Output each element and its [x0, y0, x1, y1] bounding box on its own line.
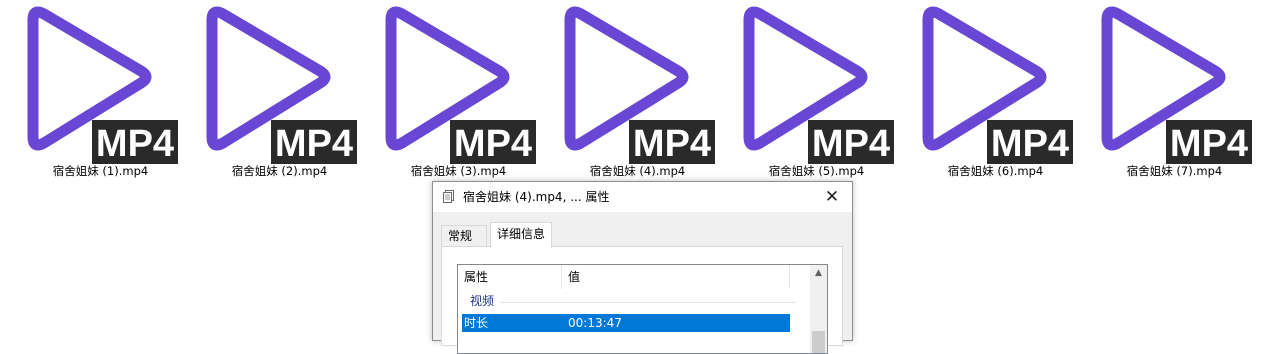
properties-dialog: 宿舍姐妹 (4).mp4, ... 属性 ✕ 常规 详细信息 属性 值 视频 时…	[432, 181, 853, 354]
file-name-label: 宿舍姐妹 (7).mp4	[1126, 164, 1223, 178]
scrollbar-thumb[interactable]	[812, 331, 825, 353]
property-list[interactable]: 属性 值 视频 时长 00:13:47 ▲	[457, 264, 828, 354]
file-name-label: 宿舍姐妹 (2).mp4	[231, 164, 328, 178]
details-panel: 属性 值 视频 时长 00:13:47 ▲	[441, 246, 843, 354]
file-item[interactable]: MP4 宿舍姐妹 (6).mp4	[906, 0, 1085, 185]
file-name-label: 宿舍姐妹 (1).mp4	[52, 164, 149, 178]
column-header-value[interactable]: 值	[562, 265, 790, 289]
mp4-file-icon: MP4	[1085, 0, 1264, 164]
group-divider	[500, 302, 796, 303]
file-name-label: 宿舍姐妹 (5).mp4	[768, 164, 865, 178]
mp4-file-icon: MP4	[190, 0, 369, 164]
mp4-badge-text: MP4	[96, 123, 174, 164]
file-item[interactable]: MP4 宿舍姐妹 (1).mp4	[11, 0, 190, 185]
mp4-file-icon: MP4	[11, 0, 190, 164]
file-name-label: 宿舍姐妹 (3).mp4	[410, 164, 507, 178]
mp4-badge-text: MP4	[275, 123, 353, 164]
list-row-duration[interactable]: 时长 00:13:47	[462, 314, 790, 332]
close-icon: ✕	[824, 187, 840, 207]
file-item[interactable]: MP4 宿舍姐妹 (2).mp4	[190, 0, 369, 185]
vertical-scrollbar[interactable]: ▲	[810, 265, 827, 353]
column-header-property[interactable]: 属性	[458, 265, 562, 289]
file-name-label: 宿舍姐妹 (6).mp4	[947, 164, 1044, 178]
column-header: 属性 值	[458, 265, 810, 289]
tab-general[interactable]: 常规	[441, 225, 487, 246]
property-value: 00:13:47	[568, 316, 622, 330]
property-name: 时长	[464, 316, 489, 330]
scroll-up-arrow-icon[interactable]: ▲	[810, 265, 827, 282]
mp4-badge-text: MP4	[991, 123, 1069, 164]
mp4-badge-text: MP4	[454, 123, 532, 164]
dialog-titlebar[interactable]: 宿舍姐妹 (4).mp4, ... 属性 ✕	[433, 182, 852, 212]
mp4-file-icon: MP4	[906, 0, 1085, 164]
group-label: 视频	[470, 294, 495, 308]
mp4-file-icon: MP4	[369, 0, 548, 164]
mp4-file-icon: MP4	[548, 0, 727, 164]
properties-icon	[442, 190, 456, 204]
mp4-badge-text: MP4	[812, 123, 890, 164]
tab-details[interactable]: 详细信息	[490, 222, 552, 248]
file-item[interactable]: MP4 宿舍姐妹 (5).mp4	[727, 0, 906, 185]
file-grid: MP4 宿舍姐妹 (1).mp4 MP4 宿舍姐妹 (2).mp4 MP4 宿舍姐妹 (3…	[0, 0, 1273, 185]
file-item[interactable]: MP4 宿舍姐妹 (3).mp4	[369, 0, 548, 185]
file-name-label: 宿舍姐妹 (4).mp4	[589, 164, 686, 178]
file-item[interactable]: MP4 宿舍姐妹 (4).mp4	[548, 0, 727, 185]
group-header-video[interactable]: 视频	[458, 291, 810, 311]
file-item[interactable]: MP4 宿舍姐妹 (7).mp4	[1085, 0, 1264, 185]
mp4-file-icon: MP4	[727, 0, 906, 164]
mp4-badge-text: MP4	[1170, 123, 1248, 164]
mp4-badge-text: MP4	[633, 123, 711, 164]
close-button[interactable]: ✕	[812, 182, 852, 212]
dialog-title: 宿舍姐妹 (4).mp4, ... 属性	[463, 190, 610, 204]
